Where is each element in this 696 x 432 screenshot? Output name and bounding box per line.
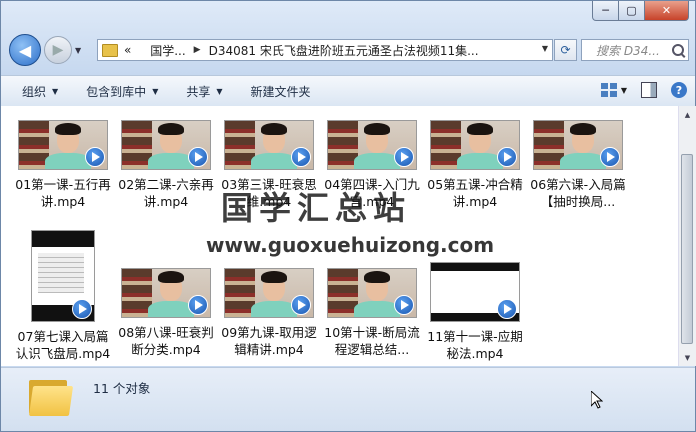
breadcrumb-separator-icon[interactable]: ▶	[194, 45, 201, 55]
preview-pane-icon[interactable]	[641, 82, 657, 98]
help-icon[interactable]: ?	[671, 82, 687, 98]
new-folder-button[interactable]: 新建文件夹	[244, 81, 318, 102]
play-icon	[291, 295, 311, 315]
video-thumbnail	[430, 120, 520, 170]
play-icon	[497, 299, 517, 319]
scrollbar-thumb[interactable]	[681, 154, 693, 344]
file-name: 08第八课-旺衰判断分类.mp4	[118, 325, 214, 357]
search-input[interactable]: 搜索 D34...	[581, 39, 689, 61]
video-thumbnail	[533, 120, 623, 170]
watermark-url: www.guoxuehuizong.com	[206, 233, 495, 257]
item-count: 11 个对象	[93, 381, 151, 396]
play-icon	[188, 295, 208, 315]
breadcrumb-item-current-folder[interactable]: D34081 宋氏飞盘进阶班五元通圣占法视频11集...	[209, 42, 479, 59]
folder-icon	[28, 376, 74, 418]
play-icon	[188, 147, 208, 167]
video-thumbnail	[121, 268, 211, 318]
include-in-library-menu[interactable]: 包含到库中 ▼	[79, 81, 165, 102]
recent-pages-dropdown-icon[interactable]: ▼	[75, 46, 81, 55]
share-menu[interactable]: 共享 ▼	[179, 81, 229, 102]
scroll-down-icon[interactable]: ▼	[679, 349, 696, 366]
file-name: 01第一课-五行再讲.mp4	[15, 177, 111, 209]
folder-icon	[102, 43, 118, 57]
maximize-button[interactable]: ▢	[619, 1, 645, 21]
file-name: 11第十一课-应期秘法.mp4	[427, 329, 523, 361]
play-icon	[600, 147, 620, 167]
play-icon	[291, 147, 311, 167]
minimize-button[interactable]: ─	[592, 1, 619, 21]
file-name: 05第五课-冲合精讲.mp4	[427, 177, 523, 209]
toolbar-right: ▼ ?	[600, 82, 687, 98]
title-frame: ─ ▢ ✕ ◀ ▶ ▼ « 国学... ▶ D34081 宋氏飞盘进阶班五元通圣…	[1, 1, 695, 75]
file-item-06[interactable]: 06第六课-入局篇【抽时换局...	[530, 120, 626, 210]
play-icon	[497, 147, 517, 167]
breadcrumb-item-guoxue[interactable]: 国学...	[150, 42, 185, 59]
video-thumbnail	[327, 268, 417, 318]
vertical-scrollbar[interactable]: ▲ ▼	[678, 106, 696, 366]
play-icon	[394, 295, 414, 315]
chevron-down-icon: ▼	[216, 86, 223, 96]
close-button[interactable]: ✕	[645, 1, 689, 21]
video-thumbnail	[224, 268, 314, 318]
file-item-07[interactable]: 07第七课入局篇认识飞盘局.mp4	[15, 230, 111, 362]
video-thumbnail	[31, 230, 95, 322]
file-name: 06第六课-入局篇【抽时换局...	[530, 177, 626, 209]
breadcrumb: « 国学... ▶ D34081 宋氏飞盘进阶班五元通圣占法视频11集...	[124, 42, 479, 59]
explorer-window: ─ ▢ ✕ ◀ ▶ ▼ « 国学... ▶ D34081 宋氏飞盘进阶班五元通圣…	[0, 0, 696, 432]
file-item-09[interactable]: 09第九课-取用逻辑精讲.mp4	[221, 268, 317, 358]
new-folder-label: 新建文件夹	[250, 84, 311, 99]
address-dropdown-icon[interactable]: ▼	[542, 44, 548, 53]
change-view-icon[interactable]	[600, 83, 617, 97]
play-icon	[394, 147, 414, 167]
search-icon[interactable]	[672, 44, 684, 56]
video-thumbnail	[121, 120, 211, 170]
scroll-up-icon[interactable]: ▲	[679, 106, 696, 123]
watermark-title: 国学汇总站	[221, 189, 412, 227]
file-name: 10第十课-断局流程逻辑总结...	[324, 325, 420, 357]
include-library-label: 包含到库中	[86, 84, 147, 99]
breadcrumb-overflow[interactable]: «	[124, 43, 131, 57]
forward-arrow-icon[interactable]: ▶	[44, 36, 72, 64]
navigation-buttons: ◀ ▶ ▼	[9, 34, 81, 66]
file-item-10[interactable]: 10第十课-断局流程逻辑总结...	[324, 268, 420, 358]
file-item-02[interactable]: 02第二课-六亲再讲.mp4	[118, 120, 214, 210]
file-item-08[interactable]: 08第八课-旺衰判断分类.mp4	[118, 268, 214, 358]
play-icon	[72, 299, 92, 319]
share-label: 共享	[186, 84, 211, 99]
organize-label: 组织	[22, 84, 47, 99]
file-name: 02第二课-六亲再讲.mp4	[118, 177, 214, 209]
back-arrow-icon[interactable]: ◀	[9, 34, 41, 66]
file-name: 07第七课入局篇认识飞盘局.mp4	[15, 329, 111, 361]
chevron-down-icon: ▼	[152, 86, 159, 96]
video-thumbnail	[430, 262, 520, 322]
video-thumbnail	[224, 120, 314, 170]
file-item-05[interactable]: 05第五课-冲合精讲.mp4	[427, 120, 523, 210]
search-placeholder: 搜索 D34...	[596, 43, 660, 58]
play-icon	[85, 147, 105, 167]
refresh-icon[interactable]: ⟳	[554, 39, 577, 61]
file-item-11[interactable]: 11第十一课-应期秘法.mp4	[427, 262, 523, 362]
command-bar: 组织 ▼ 包含到库中 ▼ 共享 ▼ 新建文件夹 ▼ ?	[1, 75, 695, 107]
file-item-01[interactable]: 01第一课-五行再讲.mp4	[15, 120, 111, 210]
window-controls: ─ ▢ ✕	[592, 1, 689, 21]
video-thumbnail	[18, 120, 108, 170]
organize-menu[interactable]: 组织 ▼	[15, 81, 65, 102]
chevron-down-icon[interactable]: ▼	[621, 86, 627, 95]
chevron-down-icon: ▼	[52, 86, 59, 96]
address-bar[interactable]: « 国学... ▶ D34081 宋氏飞盘进阶班五元通圣占法视频11集... ▼	[97, 39, 553, 61]
breadcrumb-separator	[139, 45, 142, 55]
video-thumbnail	[327, 120, 417, 170]
file-name: 09第九课-取用逻辑精讲.mp4	[221, 325, 317, 357]
